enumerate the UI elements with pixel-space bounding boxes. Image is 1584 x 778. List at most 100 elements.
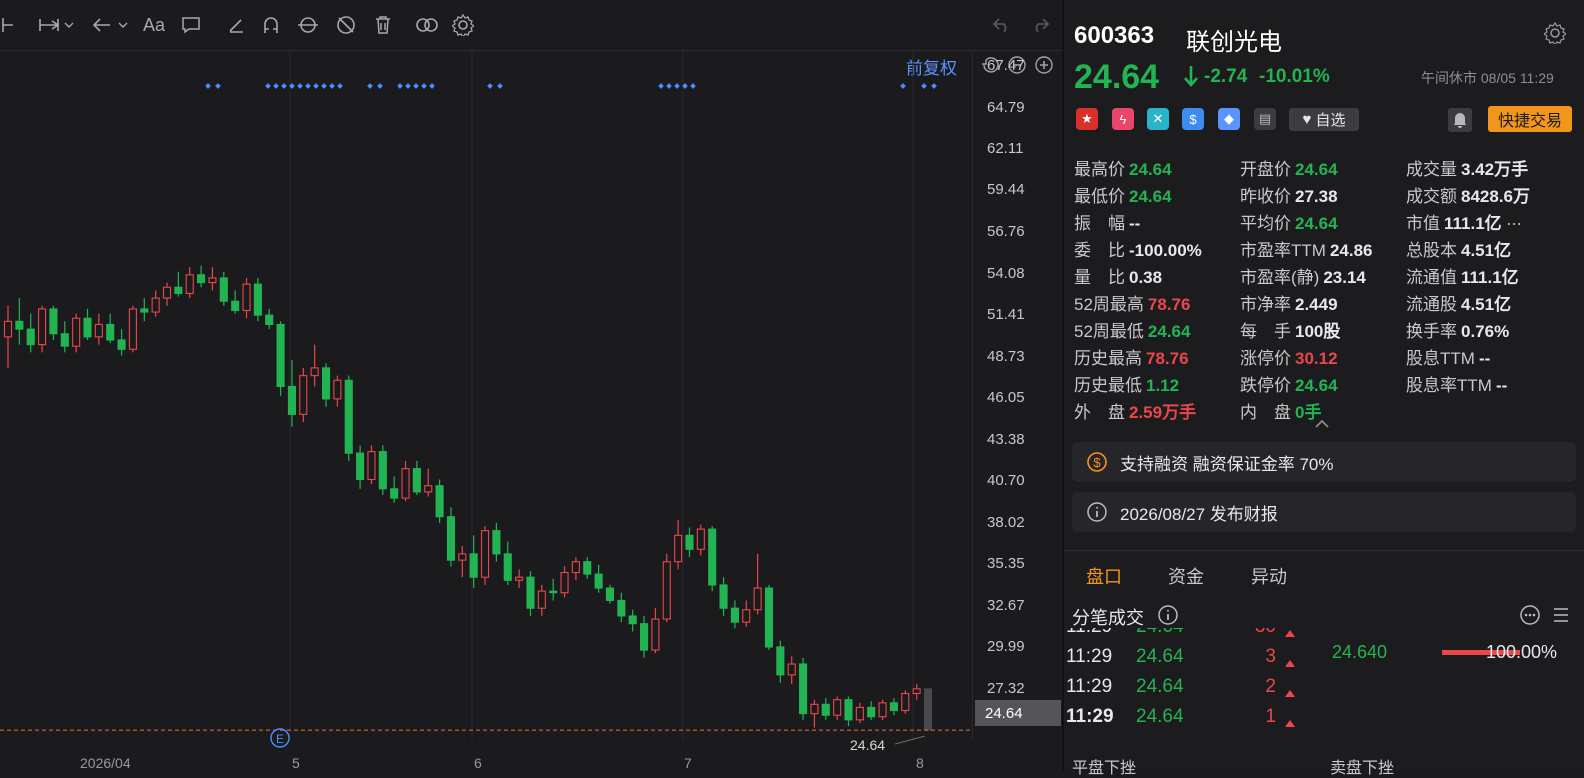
- hot-tag-icon[interactable]: ϟ: [1112, 108, 1134, 130]
- candle-body[interactable]: [742, 609, 751, 623]
- event-marker[interactable]: [429, 83, 435, 89]
- candle-body[interactable]: [571, 561, 580, 574]
- candle-body[interactable]: [49, 308, 58, 335]
- event-marker[interactable]: [313, 83, 319, 89]
- lock-icon[interactable]: [294, 12, 322, 38]
- candle-body[interactable]: [833, 699, 842, 716]
- candle-body[interactable]: [912, 688, 921, 695]
- event-marker[interactable]: [413, 83, 419, 89]
- redo-icon[interactable]: [1026, 12, 1054, 38]
- candle-body[interactable]: [503, 553, 512, 581]
- candle-body[interactable]: [299, 375, 308, 415]
- candle-body[interactable]: [242, 283, 251, 312]
- candle-body[interactable]: [662, 561, 671, 620]
- info-icon[interactable]: [1157, 604, 1179, 631]
- connect-tag-icon[interactable]: ✕: [1147, 108, 1169, 130]
- candle-body[interactable]: [594, 573, 603, 589]
- candle-body[interactable]: [162, 286, 172, 299]
- candle-body[interactable]: [117, 339, 126, 350]
- chart-pane[interactable]: Aa 前复权 24.64 E 67.47 64.79 62.11 59.44 56.76 5…: [0, 0, 1062, 771]
- add-watchlist-button[interactable]: ♥ 自选: [1289, 108, 1359, 131]
- candle-body[interactable]: [821, 703, 830, 716]
- candle-body[interactable]: [265, 314, 274, 325]
- candle-body[interactable]: [321, 367, 331, 400]
- candle-body[interactable]: [549, 590, 558, 594]
- event-marker[interactable]: [367, 83, 373, 89]
- event-marker[interactable]: [215, 83, 221, 89]
- bell-icon[interactable]: [1448, 108, 1472, 132]
- tab-orderbook[interactable]: 盘口: [1086, 563, 1122, 589]
- candle-body[interactable]: [730, 607, 739, 623]
- candle-body[interactable]: [15, 320, 24, 330]
- candle-body[interactable]: [140, 308, 149, 313]
- event-marker[interactable]: [281, 83, 287, 89]
- event-marker[interactable]: [265, 83, 271, 89]
- candle-body[interactable]: [253, 283, 262, 316]
- candle-body[interactable]: [458, 553, 467, 561]
- candle-body[interactable]: [38, 308, 47, 346]
- event-marker[interactable]: [487, 83, 493, 89]
- tab-funds[interactable]: 资金: [1168, 563, 1204, 589]
- candle-body[interactable]: [810, 703, 819, 715]
- candle-body[interactable]: [94, 323, 103, 338]
- candle-body[interactable]: [72, 317, 81, 347]
- earnings-notice[interactable]: 2026/08/27 发布财报: [1072, 492, 1576, 532]
- candle-body[interactable]: [685, 534, 694, 550]
- compare-icon[interactable]: [412, 12, 442, 38]
- candle-body[interactable]: [3, 320, 13, 338]
- event-marker[interactable]: [321, 83, 327, 89]
- candle-body[interactable]: [276, 323, 285, 388]
- text-icon[interactable]: Aa: [140, 12, 168, 38]
- more-icon[interactable]: ⋯: [1502, 216, 1522, 233]
- event-marker[interactable]: [273, 83, 279, 89]
- quick-trade-button[interactable]: 快捷交易: [1488, 106, 1572, 132]
- candle-body[interactable]: [424, 485, 433, 493]
- event-marker[interactable]: [405, 83, 411, 89]
- price-axis[interactable]: 67.47 64.79 62.11 59.44 56.76 54.08 51.41 48.73…: [972, 50, 1063, 740]
- candle-body[interactable]: [878, 702, 887, 718]
- candle-body[interactable]: [435, 485, 444, 518]
- margin-notice[interactable]: $ 支持融资 融资保证金率 70%: [1072, 442, 1576, 482]
- event-marker[interactable]: [397, 83, 403, 89]
- candle-body[interactable]: [367, 451, 376, 481]
- event-marker[interactable]: [297, 83, 303, 89]
- candle-body[interactable]: [83, 317, 92, 338]
- measure-icon[interactable]: [36, 12, 76, 38]
- candle-body[interactable]: [708, 528, 717, 586]
- hide-icon[interactable]: [332, 12, 360, 38]
- candle-body[interactable]: [287, 385, 297, 415]
- candle-body[interactable]: [401, 468, 410, 499]
- candle-body[interactable]: [674, 534, 683, 563]
- candle-body[interactable]: [151, 297, 160, 313]
- settings-icon[interactable]: [450, 12, 476, 38]
- candle-body[interactable]: [583, 561, 592, 575]
- candle-body[interactable]: [651, 618, 660, 651]
- event-marker[interactable]: [377, 83, 383, 89]
- candlestick-plot[interactable]: 24.64 E: [0, 50, 972, 750]
- event-marker[interactable]: [690, 83, 696, 89]
- candle-body[interactable]: [185, 274, 194, 294]
- candle-body[interactable]: [764, 587, 774, 648]
- magnet-icon[interactable]: [258, 12, 284, 38]
- settings-icon[interactable]: [1542, 21, 1568, 49]
- candle-body[interactable]: [560, 571, 569, 594]
- candle-body[interactable]: [231, 300, 240, 312]
- comment-icon[interactable]: [178, 12, 204, 38]
- candle-body[interactable]: [753, 587, 762, 611]
- candle-body[interactable]: [799, 663, 808, 715]
- tab-alerts[interactable]: 异动: [1251, 563, 1287, 589]
- undo-icon[interactable]: [988, 12, 1016, 38]
- candle-body[interactable]: [923, 688, 933, 731]
- candle-body[interactable]: [310, 367, 319, 377]
- candle-body[interactable]: [526, 576, 535, 609]
- candle-body[interactable]: [128, 308, 137, 350]
- candle-body[interactable]: [787, 663, 796, 676]
- candle-body[interactable]: [106, 323, 115, 341]
- candle-body[interactable]: [378, 451, 387, 490]
- candle-body[interactable]: [628, 615, 637, 625]
- pen-icon[interactable]: [224, 12, 248, 38]
- candle-body[interactable]: [776, 646, 785, 676]
- candle-body[interactable]: [492, 530, 501, 555]
- event-marker[interactable]: [921, 83, 927, 89]
- dollar-tag-icon[interactable]: $: [1182, 108, 1204, 130]
